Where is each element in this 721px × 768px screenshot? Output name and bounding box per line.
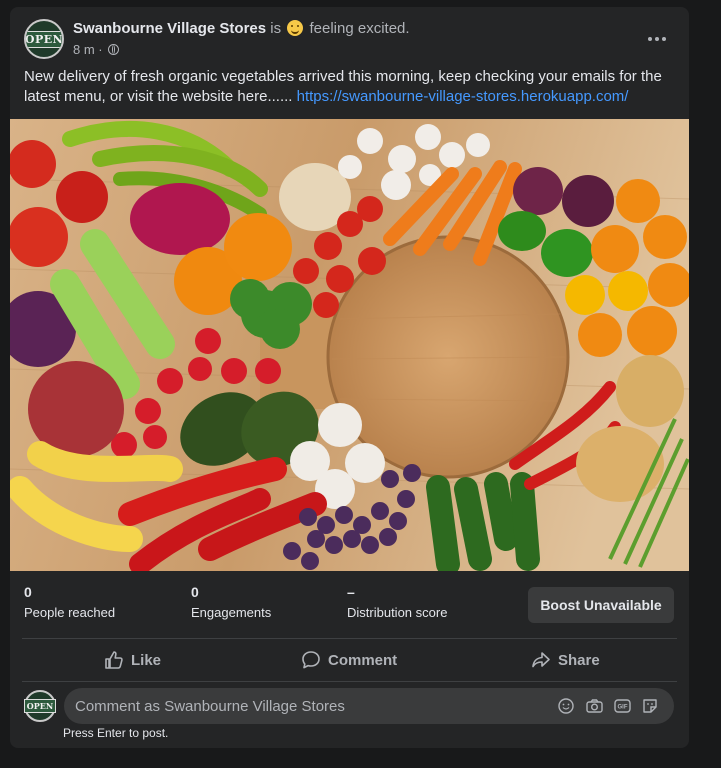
divider xyxy=(22,681,677,682)
share-button[interactable]: Share xyxy=(531,641,600,679)
stat-engagements: 0 Engagements xyxy=(191,584,271,620)
post-body: New delivery of fresh organic vegetables… xyxy=(24,67,674,107)
website-link[interactable]: https://swanbourne-village-stores.heroku… xyxy=(297,88,629,105)
comment-composer: OPEN GIF xyxy=(23,688,675,724)
dot-icon xyxy=(648,37,652,41)
share-label: Share xyxy=(558,651,600,669)
stat-label: People reached xyxy=(24,605,116,620)
comment-label: Comment xyxy=(328,651,398,669)
excited-emoji-icon xyxy=(287,20,304,36)
svg-text:GIF: GIF xyxy=(617,705,627,711)
page-name-link[interactable]: Swanbourne Village Stores xyxy=(73,20,266,37)
post-author-line: Swanbourne Village Stores is feeling exc… xyxy=(73,20,410,37)
thumbs-up-icon xyxy=(105,651,123,669)
comment-tools: GIF xyxy=(557,697,659,715)
comment-button[interactable]: Comment xyxy=(301,641,397,679)
like-label: Like xyxy=(131,651,162,669)
post-actions: Like Comment Share xyxy=(22,641,677,679)
post-insights: 0 People reached 0 Engagements – Distrib… xyxy=(10,580,689,640)
post-photo[interactable] xyxy=(10,119,689,571)
emoji-icon[interactable] xyxy=(557,697,575,715)
share-arrow-icon xyxy=(532,652,550,668)
vegetables-photo xyxy=(10,119,689,571)
avatar-logo-text: OPEN xyxy=(26,30,62,48)
sticker-icon[interactable] xyxy=(641,697,659,715)
stat-value: – xyxy=(347,584,355,600)
stat-label: Engagements xyxy=(191,605,272,620)
avatar-logo-text: OPEN xyxy=(23,699,57,713)
stat-distribution-score: – Distribution score xyxy=(347,584,447,620)
post-timestamp: 8 m · xyxy=(73,42,120,57)
globe-icon[interactable] xyxy=(108,44,120,55)
like-button[interactable]: Like xyxy=(104,641,161,679)
dot-icon xyxy=(655,37,659,41)
feeling-text: feeling excited. xyxy=(309,20,410,37)
stat-value: 0 xyxy=(191,584,199,600)
time-separator: · xyxy=(98,42,103,57)
time-text[interactable]: 8 m xyxy=(73,42,95,57)
press-enter-hint: Press Enter to post. xyxy=(63,726,169,740)
comment-bubble-icon xyxy=(302,651,320,669)
stat-value: 0 xyxy=(24,584,32,600)
stat-people-reached: 0 People reached xyxy=(24,584,115,620)
boost-unavailable-button[interactable]: Boost Unavailable xyxy=(528,587,674,623)
dot-icon xyxy=(662,37,666,41)
gif-icon[interactable]: GIF xyxy=(613,697,631,715)
is-text: is xyxy=(270,20,282,37)
commenter-avatar[interactable]: OPEN xyxy=(23,690,57,722)
divider xyxy=(22,638,677,639)
post-card: OPEN Swanbourne Village Stores is feelin… xyxy=(10,7,689,748)
post-header: OPEN Swanbourne Village Stores is feelin… xyxy=(24,19,675,59)
stat-label: Distribution score xyxy=(347,605,448,620)
camera-icon[interactable] xyxy=(585,697,603,715)
page-avatar[interactable]: OPEN xyxy=(24,19,64,59)
more-options-button[interactable] xyxy=(643,25,671,53)
